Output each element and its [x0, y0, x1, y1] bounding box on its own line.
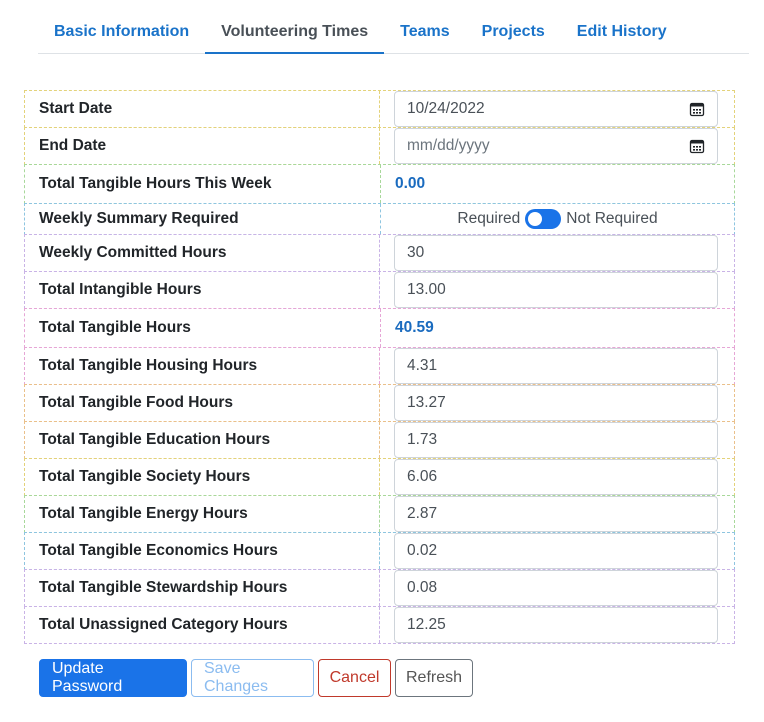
- end-date-label: End Date: [25, 128, 380, 164]
- profile-tabs: Basic Information Volunteering Times Tea…: [38, 12, 749, 54]
- education-label: Total Tangible Education Hours: [25, 422, 380, 458]
- form-actions: Update Password Save Changes Cancel Refr…: [39, 659, 473, 697]
- weekly-committed-label: Weekly Committed Hours: [25, 235, 380, 271]
- energy-label: Total Tangible Energy Hours: [25, 496, 380, 532]
- stewardship-input[interactable]: 0.08: [394, 570, 718, 606]
- tab-edit-history[interactable]: Edit History: [561, 12, 683, 54]
- tab-volunteering-times[interactable]: Volunteering Times: [205, 12, 385, 54]
- volunteering-times-form: Start Date 10/24/2022 End Date mm/dd/yyy…: [24, 90, 735, 644]
- economics-row: Total Tangible Economics Hours 0.02: [24, 532, 735, 570]
- weekly-summary-label: Weekly Summary Required: [25, 204, 381, 234]
- save-changes-button[interactable]: Save Changes: [191, 659, 314, 697]
- intangible-label: Total Intangible Hours: [25, 272, 380, 308]
- housing-label: Total Tangible Housing Hours: [25, 348, 380, 384]
- society-input[interactable]: 6.06: [394, 459, 718, 495]
- cancel-button[interactable]: Cancel: [318, 659, 391, 697]
- tab-teams[interactable]: Teams: [384, 12, 466, 54]
- stewardship-label: Total Tangible Stewardship Hours: [25, 570, 380, 606]
- food-row: Total Tangible Food Hours 13.27: [24, 384, 735, 422]
- start-date-value: 10/24/2022: [407, 100, 485, 117]
- tangible-this-week-value: 0.00: [395, 175, 426, 192]
- tangible-total-value: 40.59: [395, 319, 434, 336]
- tangible-total-row: Total Tangible Hours 40.59: [24, 308, 735, 348]
- weekly-committed-row: Weekly Committed Hours 30: [24, 234, 735, 272]
- tab-projects[interactable]: Projects: [466, 12, 561, 54]
- weekly-summary-row: Weekly Summary Required Required Not Req…: [24, 203, 735, 235]
- education-row: Total Tangible Education Hours 1.73: [24, 421, 735, 459]
- calendar-icon[interactable]: [689, 101, 705, 117]
- toggle-not-required-label: Not Required: [566, 210, 658, 227]
- housing-row: Total Tangible Housing Hours 4.31: [24, 347, 735, 385]
- unassigned-row: Total Unassigned Category Hours 12.25: [24, 606, 735, 644]
- economics-label: Total Tangible Economics Hours: [25, 533, 380, 569]
- stewardship-row: Total Tangible Stewardship Hours 0.08: [24, 569, 735, 607]
- tangible-total-label: Total Tangible Hours: [25, 309, 381, 347]
- housing-input[interactable]: 4.31: [394, 348, 718, 384]
- tangible-this-week-row: Total Tangible Hours This Week 0.00: [24, 164, 735, 204]
- end-date-input[interactable]: mm/dd/yyyy: [394, 128, 718, 164]
- start-date-label: Start Date: [25, 91, 380, 127]
- energy-row: Total Tangible Energy Hours 2.87: [24, 495, 735, 533]
- society-label: Total Tangible Society Hours: [25, 459, 380, 495]
- unassigned-input[interactable]: 12.25: [394, 607, 718, 643]
- start-date-input[interactable]: 10/24/2022: [394, 91, 718, 127]
- economics-input[interactable]: 0.02: [394, 533, 718, 569]
- food-input[interactable]: 13.27: [394, 385, 718, 421]
- toggle-required-label: Required: [457, 210, 521, 227]
- education-input[interactable]: 1.73: [394, 422, 718, 458]
- update-password-button[interactable]: Update Password: [39, 659, 187, 697]
- refresh-button[interactable]: Refresh: [395, 659, 473, 697]
- intangible-input[interactable]: 13.00: [394, 272, 718, 308]
- tab-basic-information[interactable]: Basic Information: [38, 12, 205, 54]
- weekly-committed-input[interactable]: 30: [394, 235, 718, 271]
- end-date-row: End Date mm/dd/yyyy: [24, 127, 735, 165]
- food-label: Total Tangible Food Hours: [25, 385, 380, 421]
- unassigned-label: Total Unassigned Category Hours: [25, 607, 380, 643]
- start-date-row: Start Date 10/24/2022: [24, 90, 735, 128]
- weekly-summary-toggle[interactable]: [525, 209, 562, 229]
- intangible-row: Total Intangible Hours 13.00: [24, 271, 735, 309]
- energy-input[interactable]: 2.87: [394, 496, 718, 532]
- calendar-icon[interactable]: [689, 138, 705, 154]
- tangible-this-week-label: Total Tangible Hours This Week: [25, 165, 381, 203]
- society-row: Total Tangible Society Hours 6.06: [24, 458, 735, 496]
- end-date-placeholder: mm/dd/yyyy: [407, 137, 490, 154]
